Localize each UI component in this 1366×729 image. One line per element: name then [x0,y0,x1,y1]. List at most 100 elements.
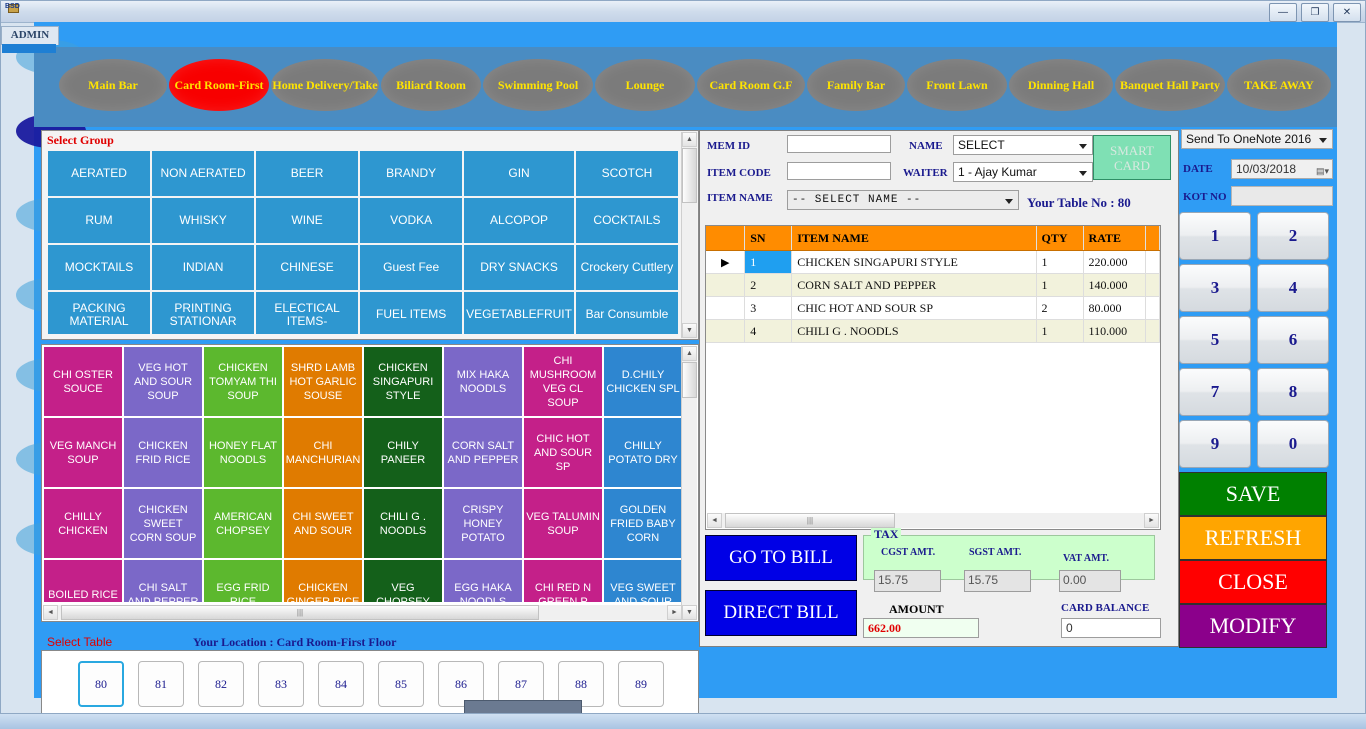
item-button-chili-g-noodls[interactable]: CHILI G . NOODLS [364,489,442,558]
item-button-boiled-rice[interactable]: BOILED RICE [44,560,122,602]
table-row[interactable]: ▶ 1 CHICKEN SINGAPURI STYLE 1 220.000 [706,251,1160,274]
item-hscroll-thumb[interactable]: ||| [61,605,539,620]
keypad-button-3[interactable]: 3 [1179,264,1251,312]
item-button-veg-chopsey[interactable]: VEG CHOPSEY [364,560,442,602]
minimize-button[interactable]: — [1269,3,1297,22]
grid-hscroll-thumb[interactable]: ||| [725,513,895,528]
group-button-vegetablefruit[interactable]: VEGETABLEFRUIT [464,292,574,334]
item-button-american-chopsey[interactable]: AMERICAN CHOPSEY [204,489,282,558]
item-button-chicken-singapuri-style[interactable]: CHICKEN SINGAPURI STYLE [364,347,442,416]
group-button-rum[interactable]: RUM [48,198,151,243]
table-button-84[interactable]: 84 [318,661,364,707]
item-button-egg-frid-rice[interactable]: EGG FRID RICE [204,560,282,602]
location-tab-main-bar[interactable]: Main Bar [59,59,167,111]
keypad-button-8[interactable]: 8 [1257,368,1329,416]
item-button-chilly-potato-dry[interactable]: CHILLY POTATO DRY [604,418,682,487]
item-name-dropdown[interactable]: -- SELECT NAME -- [787,190,1019,210]
group-button-wine[interactable]: WINE [256,198,359,243]
group-button-electical-items[interactable]: ELECTICAL ITEMS- [256,292,359,334]
close-button[interactable]: ✕ [1333,3,1361,22]
group-button-packing-material[interactable]: PACKING MATERIAL [48,292,151,334]
location-tab-dinning-hall[interactable]: Dinning Hall [1009,59,1113,111]
item-code-input[interactable] [787,162,891,180]
group-button-vodka[interactable]: VODKA [360,198,463,243]
table-button-89[interactable]: 89 [618,661,664,707]
windows-taskbar[interactable] [0,713,1366,729]
scroll-up-icon[interactable]: ▲ [682,132,697,147]
group-button-gin[interactable]: GIN [464,151,574,196]
item-button-honey-flat-noodls[interactable]: HONEY FLAT NOODLS [204,418,282,487]
group-button-non-aerated[interactable]: NON AERATED [152,151,255,196]
group-button-dry-snacks[interactable]: DRY SNACKS [464,245,574,290]
card-balance-value[interactable]: 0 [1061,618,1161,638]
scroll-thumb[interactable] [682,148,697,203]
location-tab-lounge[interactable]: Lounge [595,59,695,111]
group-button-mocktails[interactable]: MOCKTAILS [48,245,151,290]
location-tab-take-away[interactable]: TAKE AWAY [1227,59,1331,111]
keypad-button-9[interactable]: 9 [1179,420,1251,468]
vat-value[interactable]: 0.00 [1059,570,1121,592]
item-button-chily-paneer[interactable]: CHILY PANEER [364,418,442,487]
direct-bill-button[interactable]: DIRECT BILL [705,590,857,636]
close-button[interactable]: CLOSE [1179,560,1327,604]
item-button-chic-hot-and-sour-sp[interactable]: CHIC HOT AND SOUR SP [524,418,602,487]
item-button-chi-salt-and-pepper[interactable]: CHI SALT AND PEPPER [124,560,202,602]
item-button-veg-sweet-and-sour[interactable]: VEG SWEET AND SOUR [604,560,682,602]
keypad-button-7[interactable]: 7 [1179,368,1251,416]
table-button-82[interactable]: 82 [198,661,244,707]
item-button-chi-red-n-green-p[interactable]: CHI RED N GREEN P [524,560,602,602]
item-scroll-up-icon[interactable]: ▲ [682,346,697,361]
location-tab-front-lawn[interactable]: Front Lawn [907,59,1007,111]
group-button-aerated[interactable]: AERATED [48,151,151,196]
location-tab-card-room-g-f[interactable]: Card Room G.F [697,59,805,111]
table-button-81[interactable]: 81 [138,661,184,707]
item-button-chicken-tomyam-thi-soup[interactable]: CHICKEN TOMYAM THI SOUP [204,347,282,416]
waiter-dropdown[interactable]: 1 - Ajay Kumar [953,162,1093,182]
item-button-shrd-lamb-hot-garlic-souse[interactable]: SHRD LAMB HOT GARLIC SOUSE [284,347,362,416]
group-button-alcopop[interactable]: ALCOPOP [464,198,574,243]
group-button-printing-stationar[interactable]: PRINTING STATIONAR [152,292,255,334]
group-button-brandy[interactable]: BRANDY [360,151,463,196]
table-row[interactable]: 4 CHILI G . NOODLS 1 110.000 [706,320,1160,343]
sgst-value[interactable]: 15.75 [964,570,1031,592]
grid-scroll-right-icon[interactable]: ► [1144,513,1159,528]
location-tab-banquet-hall-party[interactable]: Banquet Hall Party [1115,59,1225,111]
item-button-egg-haka-noodls[interactable]: EGG HAKA NOODLS [444,560,522,602]
item-button-chi-oster-souce[interactable]: CHI OSTER SOUCE [44,347,122,416]
mdi-tab-admin[interactable]: ADMIN [1,26,59,45]
group-button-guest-fee[interactable]: Guest Fee [360,245,463,290]
item-button-veg-manch-soup[interactable]: VEG MANCH SOUP [44,418,122,487]
item-button-corn-salt-and-pepper[interactable]: CORN SALT AND PEPPER [444,418,522,487]
group-button-chinese[interactable]: CHINESE [256,245,359,290]
grid-horizontal-scrollbar[interactable]: ◄ ||| ► [707,513,1159,528]
group-button-beer[interactable]: BEER [256,151,359,196]
table-button-83[interactable]: 83 [258,661,304,707]
go-to-bill-button[interactable]: GO TO BILL [705,535,857,581]
mem-id-input[interactable] [787,135,891,153]
item-vertical-scrollbar[interactable]: ▲ ▼ [681,346,697,620]
scroll-down-icon[interactable]: ▼ [682,323,697,338]
restore-button[interactable]: ❐ [1301,3,1329,22]
item-scroll-thumb[interactable] [682,362,697,398]
smart-card-button[interactable]: SMART CARD [1093,135,1171,180]
table-button-85[interactable]: 85 [378,661,424,707]
item-button-veg-hot-and-sour-soup[interactable]: VEG HOT AND SOUR SOUP [124,347,202,416]
table-row[interactable]: 2 CORN SALT AND PEPPER 1 140.000 [706,274,1160,297]
item-button-chicken-sweet-corn-soup[interactable]: CHICKEN SWEET CORN SOUP [124,489,202,558]
item-button-chi-mushroom-veg-cl-soup[interactable]: CHI MUSHROOM VEG CL SOUP [524,347,602,416]
table-row[interactable]: 3 CHIC HOT AND SOUR SP 2 80.000 [706,297,1160,320]
group-button-crockery-cuttlery[interactable]: Crockery Cuttlery [575,245,678,290]
group-button-cocktails[interactable]: COCKTAILS [575,198,678,243]
item-button-chilly-chicken[interactable]: CHILLY CHICKEN [44,489,122,558]
group-vertical-scrollbar[interactable]: ▲ ▼ [681,132,697,338]
item-button-chicken-frid-rice[interactable]: CHICKEN FRID RICE [124,418,202,487]
order-items-grid[interactable]: SN ITEM NAME QTY RATE ▶ 1 CHICKEN SINGAPUR… [705,225,1161,530]
keypad-button-6[interactable]: 6 [1257,316,1329,364]
item-button-mix-haka-noodls[interactable]: MIX HAKA NOODLS [444,347,522,416]
location-tab-card-room-first[interactable]: Card Room-First [169,59,269,111]
item-scroll-right-icon[interactable]: ► [667,605,682,620]
item-button-chi-sweet-and-sour[interactable]: CHI SWEET AND SOUR [284,489,362,558]
item-button-golden-fried-baby-corn[interactable]: GOLDEN FRIED BABY CORN [604,489,682,558]
item-button-veg-talumin-soup[interactable]: VEG TALUMIN SOUP [524,489,602,558]
keypad-button-1[interactable]: 1 [1179,212,1251,260]
